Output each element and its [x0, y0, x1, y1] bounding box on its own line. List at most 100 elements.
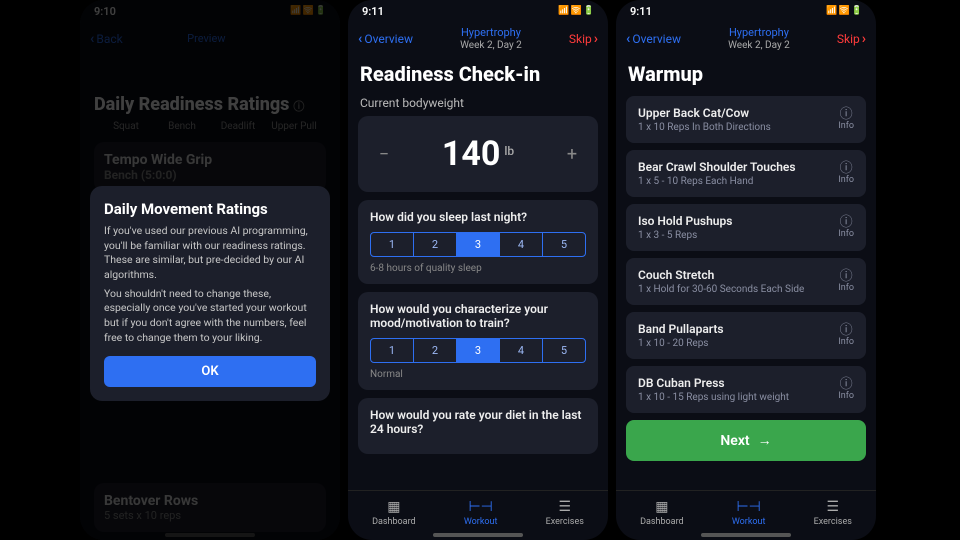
exercise-detail: 1 x 10 - 20 Reps	[638, 338, 724, 349]
exercise-card[interactable]: Tempo Wide Grip Bench (5:0:0)	[94, 142, 326, 192]
exercise-row[interactable]: Band Pullaparts 1 x 10 - 20 Reps ⓘInfo	[626, 312, 866, 359]
seg-opt[interactable]: 2	[414, 339, 457, 362]
seg-opt[interactable]: 3	[457, 339, 500, 362]
exercise-row[interactable]: Bear Crawl Shoulder Touches 1 x 5 - 10 Re…	[626, 150, 866, 197]
top-nav: ‹Back Preview	[80, 22, 340, 56]
status-bar: 9:11 📶 🛜 🔋	[616, 0, 876, 22]
clock: 9:11	[630, 5, 652, 18]
seg-opt[interactable]: 3	[457, 233, 500, 256]
overview-button[interactable]: ‹Overview	[358, 31, 413, 47]
screen-readiness-checkin: 9:11 📶 🛜 🔋 ‹Overview Hypertrophy Week 2,…	[348, 0, 608, 540]
question-diet: How would you rate your diet in the last…	[358, 398, 598, 454]
status-bar: 9:10 📶 🛜 🔋	[80, 0, 340, 22]
screen-warmup: 9:11 📶 🛜 🔋 ‹Overview Hypertrophy Week 2,…	[616, 0, 876, 540]
seg-opt[interactable]: 5	[543, 339, 585, 362]
exercise-detail: 1 x Hold for 30-60 Seconds Each Side	[638, 284, 804, 295]
chevron-left-icon: ‹	[626, 31, 630, 47]
program-name: Hypertrophy	[460, 27, 522, 39]
info-button[interactable]: ⓘInfo	[838, 162, 854, 185]
page-title: Daily Readiness Ratingsⓘ	[94, 94, 326, 115]
exercise-name: Band Pullaparts	[638, 322, 724, 336]
plus-button[interactable]: +	[558, 140, 586, 168]
exercise-detail: 1 x 5 - 10 Reps Each Hand	[638, 176, 796, 187]
info-modal: Daily Movement Ratings If you've used ou…	[90, 186, 330, 401]
ratings-columns: SquatBenchDeadliftUpper Pull	[94, 121, 326, 142]
chevron-right-icon: ›	[594, 31, 598, 47]
info-button[interactable]: ⓘInfo	[838, 108, 854, 131]
status-icons: 📶 🛜 🔋	[290, 6, 326, 16]
tab-dashboard[interactable]: ▦Dashboard	[640, 499, 684, 527]
barbell-icon: ⊢⊣	[736, 499, 760, 515]
modal-body: If you've used our previous AI programmi…	[104, 224, 316, 283]
exercise-detail: 1 x 10 Reps In Both Directions	[638, 122, 771, 133]
segment-mood[interactable]: 1 2 3 4 5	[370, 338, 586, 363]
nav-title: Preview	[187, 33, 225, 45]
clock: 9:11	[362, 5, 384, 18]
segment-sleep[interactable]: 1 2 3 4 5	[370, 232, 586, 257]
barbell-icon: ⊢⊣	[468, 499, 492, 515]
seg-opt[interactable]: 1	[371, 233, 414, 256]
exercise-name: Bear Crawl Shoulder Touches	[638, 160, 796, 174]
skip-button[interactable]: Skip›	[569, 31, 598, 47]
info-button[interactable]: ⓘInfo	[838, 270, 854, 293]
grid-icon: ▦	[387, 499, 400, 515]
skip-button[interactable]: Skip›	[837, 31, 866, 47]
clock: 9:10	[94, 5, 116, 18]
list-icon: ☰	[558, 499, 571, 515]
tab-workout[interactable]: ⊢⊣Workout	[732, 499, 766, 527]
bodyweight-card: − 140lb +	[358, 116, 598, 192]
home-indicator	[433, 533, 523, 537]
tab-exercises[interactable]: ☰Exercises	[814, 499, 852, 527]
screen-movement-ratings: 9:10 📶 🛜 🔋 ‹Back Preview Daily Readiness…	[80, 0, 340, 540]
session-name: Week 2, Day 2	[460, 40, 522, 51]
exercise-card[interactable]: Bentover Rows 5 sets x 10 reps	[94, 483, 326, 532]
bodyweight-value[interactable]: 140lb	[442, 134, 514, 174]
seg-opt[interactable]: 5	[543, 233, 585, 256]
ok-button[interactable]: OK	[104, 356, 316, 387]
exercise-detail: 1 x 10 - 15 Reps using light weight	[638, 392, 789, 403]
tab-exercises[interactable]: ☰Exercises	[546, 499, 584, 527]
exercise-name: Couch Stretch	[638, 268, 804, 282]
info-button[interactable]: ⓘInfo	[838, 216, 854, 239]
seg-opt[interactable]: 4	[500, 339, 543, 362]
info-icon: ⓘ	[838, 216, 854, 229]
exercise-row[interactable]: Couch Stretch 1 x Hold for 30-60 Seconds …	[626, 258, 866, 305]
question-mood: How would you characterize your mood/mot…	[358, 292, 598, 390]
info-button[interactable]: ⓘInfo	[838, 378, 854, 401]
list-icon: ☰	[826, 499, 839, 515]
overview-button[interactable]: ‹Overview	[626, 31, 681, 47]
home-indicator	[701, 533, 791, 537]
seg-opt[interactable]: 2	[414, 233, 457, 256]
exercise-detail: 1 x 3 - 5 Reps	[638, 230, 732, 241]
info-icon: ⓘ	[838, 324, 854, 337]
status-icons: 📶 🛜 🔋	[826, 6, 862, 16]
exercise-row[interactable]: DB Cuban Press 1 x 10 - 15 Reps using lig…	[626, 366, 866, 413]
status-icons: 📶 🛜 🔋	[558, 6, 594, 16]
home-indicator	[165, 533, 255, 537]
hint: 6-8 hours of quality sleep	[370, 263, 586, 274]
back-button[interactable]: ‹Back	[90, 31, 123, 47]
session-name: Week 2, Day 2	[728, 40, 790, 51]
info-icon[interactable]: ⓘ	[293, 100, 304, 113]
tab-workout[interactable]: ⊢⊣Workout	[464, 499, 498, 527]
top-nav: ‹Overview Hypertrophy Week 2, Day 2 Skip…	[348, 22, 608, 56]
seg-opt[interactable]: 1	[371, 339, 414, 362]
next-button[interactable]: Next→	[626, 420, 866, 461]
info-icon: ⓘ	[838, 378, 854, 391]
top-nav: ‹Overview Hypertrophy Week 2, Day 2 Skip…	[616, 22, 876, 56]
info-button[interactable]: ⓘInfo	[838, 324, 854, 347]
info-icon: ⓘ	[838, 108, 854, 121]
exercise-row[interactable]: Upper Back Cat/Cow 1 x 10 Reps In Both Di…	[626, 96, 866, 143]
exercise-name: Iso Hold Pushups	[638, 214, 732, 228]
exercise-name: DB Cuban Press	[638, 376, 789, 390]
bodyweight-label: Current bodyweight	[360, 96, 598, 110]
info-icon: ⓘ	[838, 162, 854, 175]
minus-button[interactable]: −	[370, 140, 398, 168]
arrow-right-icon: →	[758, 432, 772, 449]
grid-icon: ▦	[655, 499, 668, 515]
exercise-name: Upper Back Cat/Cow	[638, 106, 771, 120]
tab-dashboard[interactable]: ▦Dashboard	[372, 499, 416, 527]
seg-opt[interactable]: 4	[500, 233, 543, 256]
page-title: Readiness Check-in	[360, 62, 598, 86]
exercise-row[interactable]: Iso Hold Pushups 1 x 3 - 5 Reps ⓘInfo	[626, 204, 866, 251]
